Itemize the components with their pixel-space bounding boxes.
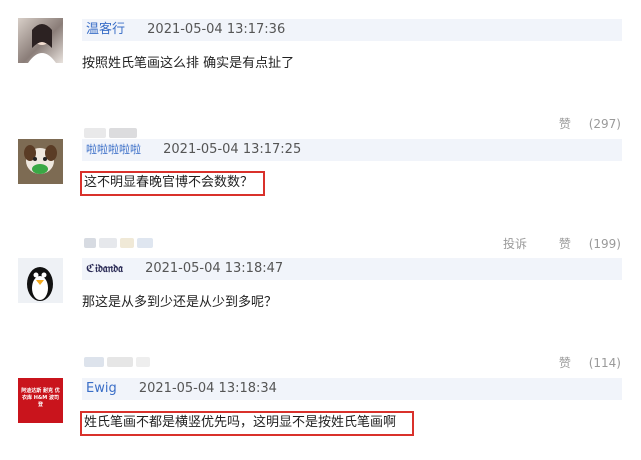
comment-meta: Ewig 2021-05-04 13:18:34 <box>82 378 622 400</box>
blurred-reply <box>84 352 153 367</box>
like-count: (199) <box>588 237 621 251</box>
like-label: 赞 <box>558 356 571 370</box>
avatar[interactable] <box>18 139 63 184</box>
avatar[interactable]: 阿迪达斯 耐克 优衣库 H&M 波司登 <box>18 378 63 423</box>
like-button[interactable]: 赞 (297) <box>545 117 621 131</box>
comment-meta: 啦啦啦啦啦 2021-05-04 13:17:25 <box>82 139 622 161</box>
comment-text: 这不明显春晚官博不会数数？ <box>80 171 266 196</box>
highlight-box: 姓氏笔画不都是横竖优先吗，这明显不是按姓氏笔画啊 <box>80 411 415 436</box>
like-count: (297) <box>588 117 621 131</box>
comment-text: 那这是从多到少还是从少到多呢？ <box>82 295 278 310</box>
like-label: 赞 <box>558 237 571 251</box>
like-button[interactable]: 赞 (199) <box>545 237 621 251</box>
avatar[interactable] <box>18 258 63 303</box>
username[interactable]: 温客行 <box>86 22 125 37</box>
highlight-box: 这不明显春晚官博不会数数？ <box>80 171 266 196</box>
comment-actions: 赞 (114) <box>531 354 621 371</box>
report-button[interactable]: 投诉 <box>503 237 527 251</box>
timestamp: 2021-05-04 13:17:36 <box>147 22 286 37</box>
dog-avatar-icon <box>18 139 63 184</box>
username[interactable]: ℭ𝔦𝔡𝔞𝔫𝔡𝔞 <box>86 262 123 275</box>
comment-actions: 赞 (297) <box>531 115 621 132</box>
like-button[interactable]: 赞 (114) <box>545 356 621 370</box>
blurred-reply <box>84 233 156 248</box>
timestamp: 2021-05-04 13:18:34 <box>138 381 277 396</box>
username[interactable]: Ewig <box>86 381 117 396</box>
blurred-reply <box>84 123 140 138</box>
avatar-brand-text: 阿迪达斯 耐克 优衣库 H&M 波司登 <box>21 388 60 408</box>
like-count: (114) <box>588 356 621 370</box>
user-avatar-icon <box>28 24 56 63</box>
timestamp: 2021-05-04 13:18:47 <box>145 261 284 276</box>
avatar[interactable] <box>18 18 63 63</box>
comment-text: 姓氏笔画不都是横竖优先吗，这明显不是按姓氏笔画啊 <box>80 411 415 436</box>
penguin-avatar-icon <box>18 258 63 303</box>
timestamp: 2021-05-04 13:17:25 <box>163 142 302 157</box>
comment-text: 按照姓氏笔画这么排 确实是有点扯了 <box>82 56 295 71</box>
comment-actions: 投诉 赞 (199) <box>489 235 621 252</box>
like-label: 赞 <box>558 117 571 131</box>
username[interactable]: 啦啦啦啦啦 <box>86 143 141 156</box>
comment-meta: 温客行 2021-05-04 13:17:36 <box>82 19 622 41</box>
comment-meta: ℭ𝔦𝔡𝔞𝔫𝔡𝔞 2021-05-04 13:18:47 <box>82 258 622 280</box>
